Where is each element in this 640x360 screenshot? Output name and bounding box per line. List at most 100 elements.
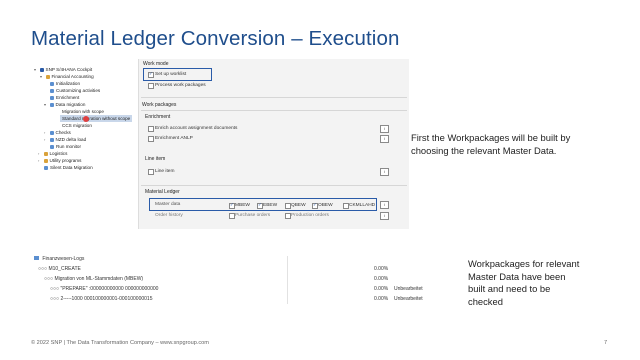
chevron-down-icon[interactable]: ▾ <box>40 73 44 80</box>
tree-item-silent-migration[interactable]: Silent Data Migration <box>44 164 93 171</box>
note-line: Master Data have been <box>468 270 566 282</box>
setup-worklist-label: Set up worklist <box>155 71 187 77</box>
tree-item-checks[interactable]: › Checks <box>44 129 71 136</box>
activity-icon <box>49 137 54 142</box>
tree-item-financial-accounting[interactable]: ▾ Financial Accounting <box>40 73 94 80</box>
chevron-right-icon[interactable]: › <box>38 157 42 164</box>
activity-icon <box>49 102 54 107</box>
activity-icon <box>50 81 54 86</box>
master-data-label: Master data <box>155 202 181 207</box>
tree-item-initialization[interactable]: Initialization <box>50 80 80 87</box>
log-icon <box>34 256 39 260</box>
note-line: checked <box>468 295 503 307</box>
log-status: Unbearbeitet <box>394 296 423 302</box>
tree-item-logistics[interactable]: › Logistics <box>38 150 67 157</box>
log-label: ○○○ 2-----1000 000100000001-000100000015 <box>50 296 153 302</box>
process-packages-label: Process work packages <box>155 82 206 88</box>
activity-icon <box>50 95 54 100</box>
line-item-heading: Line item <box>145 156 166 162</box>
divider <box>141 97 407 98</box>
log-percent: 0.00% <box>374 296 389 302</box>
log-row[interactable]: ○○○ 2-----1000 000100000001-000100000015 <box>50 296 152 302</box>
order-history-label: Order history <box>155 212 183 218</box>
log-tree: Finanzwesen-Logs ○○○ M10_CREATE ○○○ Migr… <box>32 256 456 306</box>
order-option-label: Purchase orders <box>235 212 271 218</box>
activity-icon <box>49 130 54 135</box>
note-line: choosing the relevant Master Data. <box>411 144 557 156</box>
tree-item-utility[interactable]: › Utility programs <box>38 157 81 164</box>
log-row[interactable]: ○○○ M10_CREATE <box>38 266 81 272</box>
setup-worklist-radio[interactable] <box>148 71 154 78</box>
enrich-account-checkbox[interactable] <box>148 126 154 132</box>
log-label: ○○○ "PREPARE" :000000000000 000000000000 <box>50 286 159 292</box>
folder-icon <box>43 158 48 163</box>
log-label: ○○○ M10_CREATE <box>38 266 81 272</box>
tree-item-cockpit[interactable]: ▾ SNP S/4HANA Cockpit <box>34 66 92 73</box>
note-line: First the Workpackages will be built by <box>411 132 571 143</box>
tree-item-label: Checks <box>55 130 71 135</box>
enrichment-anlp-label: Enrichment ANLP <box>155 135 193 141</box>
log-row[interactable]: Finanzwesen-Logs <box>34 256 84 262</box>
note-workpackages-built: First the Workpackages will be built by … <box>411 132 570 157</box>
enrich-account-label: Enrich account assignment documents <box>155 125 238 131</box>
tree-item-run-monitor[interactable]: Run monitor <box>50 143 81 150</box>
line-item-label: Line item <box>155 168 175 174</box>
tree-item-ccs-migration[interactable]: CCS migration <box>62 122 92 129</box>
info-icon[interactable]: i <box>380 125 389 133</box>
chevron-right-icon[interactable]: › <box>44 136 48 143</box>
tree-item-label: NZD delta load <box>55 137 87 142</box>
order-option-label: Production orders <box>291 212 329 218</box>
info-icon[interactable]: i <box>380 201 389 209</box>
divider <box>141 110 407 111</box>
log-row[interactable]: ○○○ "PREPARE" :000000000000 000000000000 <box>50 286 158 292</box>
info-icon[interactable]: i <box>380 135 389 143</box>
master-option-label: MBEW <box>235 202 250 208</box>
tree-item-label: Standard migration without scope <box>62 116 131 121</box>
tree-item-migration-scope[interactable]: Migration with scope <box>62 108 104 115</box>
line-item-checkbox[interactable] <box>148 169 154 175</box>
log-label: ○○○ Migration von ML-Stammdaten (MBEW) <box>44 276 144 282</box>
chevron-right-icon[interactable]: › <box>38 150 42 157</box>
info-icon[interactable]: i <box>380 168 389 176</box>
tree-item-label: Utility programs <box>49 158 82 163</box>
note-line: Workpackages for relevant <box>468 258 580 269</box>
log-row[interactable]: ○○○ Migration von ML-Stammdaten (MBEW) <box>44 276 143 282</box>
folder-icon <box>43 151 48 156</box>
column-divider <box>287 256 288 304</box>
chevron-right-icon[interactable]: › <box>44 129 48 136</box>
enrichment-heading: Enrichment <box>145 114 171 120</box>
activity-icon <box>50 88 54 93</box>
material-ledger-heading: Material Ledger <box>145 189 180 195</box>
tree-item-label: Migration with scope <box>62 109 104 114</box>
monitor-icon <box>50 144 54 149</box>
process-packages-radio[interactable] <box>148 83 154 89</box>
tree-item-standard-migration[interactable]: Standard migration without scope <box>60 115 133 122</box>
slide-title: Material Ledger Conversion – Execution <box>31 27 400 50</box>
info-icon[interactable]: i <box>380 212 389 220</box>
divider <box>141 185 407 186</box>
work-packages-heading: Work packages <box>142 102 177 108</box>
note-line: built and need to be <box>468 283 551 294</box>
navigation-tree: ▾ SNP S/4HANA Cockpit ▾ Financial Accoun… <box>32 64 138 204</box>
folder-icon <box>45 74 50 79</box>
tree-item-label: Logistics <box>49 151 68 156</box>
chevron-down-icon[interactable]: ▾ <box>44 101 48 108</box>
activity-icon <box>44 165 48 170</box>
tree-item-customizing[interactable]: Customizing activities <box>50 87 100 94</box>
tree-item-label: Enrichment <box>56 95 80 100</box>
tree-item-data-migration[interactable]: ▾ Data migration <box>44 101 85 108</box>
tree-item-label: Run monitor <box>56 144 82 149</box>
slide-footer: © 2022 SNP | The Data Transformation Com… <box>31 340 209 346</box>
selection-panel: Work mode Set up worklist Process work p… <box>138 59 409 229</box>
tree-item-label: Initialization <box>56 81 81 86</box>
master-option-label: QBEW <box>291 202 306 208</box>
tree-item-enrichment[interactable]: Enrichment <box>50 94 79 101</box>
enrichment-anlp-checkbox[interactable] <box>148 136 154 142</box>
tree-item-nzd-delta[interactable]: › NZD delta load <box>44 136 86 143</box>
master-option-label: CKMLLAHD <box>349 202 376 208</box>
work-mode-heading: Work mode <box>143 61 169 67</box>
mouse-cursor-icon <box>83 116 89 122</box>
log-percent: 0.00% <box>374 276 389 282</box>
chevron-down-icon[interactable]: ▾ <box>34 66 38 73</box>
tree-item-label: Silent Data Migration <box>50 165 93 170</box>
